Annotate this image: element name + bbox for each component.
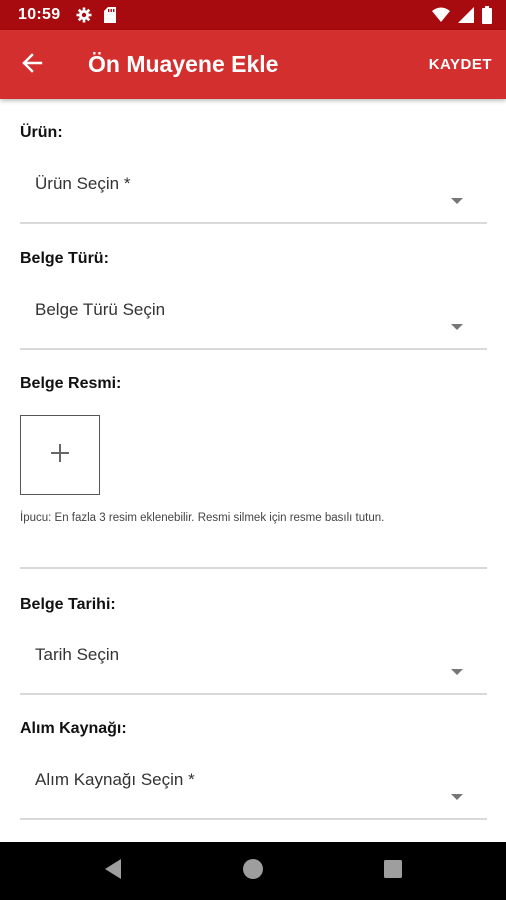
plus-icon <box>50 443 70 468</box>
document-image-section: Belge Resmi: İpucu: En fazla 3 resim ekl… <box>20 375 487 569</box>
back-button[interactable] <box>14 47 50 83</box>
divider <box>20 567 487 569</box>
document-type-label: Belge Türü: <box>20 250 109 267</box>
dropdown-arrow-icon <box>451 198 463 204</box>
product-select-value: Ürün Seçin * <box>35 174 131 193</box>
home-circle-icon <box>242 858 264 885</box>
dropdown-arrow-icon <box>451 669 463 675</box>
status-right-icons <box>432 6 492 29</box>
image-hint-text: İpucu: En fazla 3 resim eklenebilir. Res… <box>20 512 385 524</box>
recents-square-icon <box>383 859 403 884</box>
product-label: Ürün: <box>20 124 63 141</box>
dropdown-arrow-icon <box>451 794 463 800</box>
product-section: Ürün: Ürün Seçin * <box>20 124 487 224</box>
document-type-select-value: Belge Türü Seçin <box>35 300 166 319</box>
document-date-section: Belge Tarihi: Tarih Seçin <box>20 596 487 695</box>
nav-home-button[interactable] <box>240 858 266 884</box>
arrow-left-icon <box>21 52 43 79</box>
wifi-icon <box>432 7 450 28</box>
document-date-label: Belge Tarihi: <box>20 596 116 613</box>
page-title: Ön Muayene Ekle <box>88 51 279 77</box>
document-date-select-value: Tarih Seçin <box>35 645 120 664</box>
sd-card-icon <box>104 7 116 28</box>
status-time: 10:59 <box>18 6 61 23</box>
dropdown-arrow-icon <box>451 324 463 330</box>
nav-back-button[interactable] <box>100 858 126 884</box>
gear-icon <box>76 7 92 28</box>
status-bar: 10:59 <box>0 0 506 30</box>
purchase-source-section: Alım Kaynağı: Alım Kaynağı Seçin * <box>20 720 487 820</box>
purchase-source-select-value: Alım Kaynağı Seçin * <box>35 770 195 789</box>
system-nav-bar <box>0 842 506 900</box>
nav-recents-button[interactable] <box>380 858 406 884</box>
purchase-source-label: Alım Kaynağı: <box>20 720 127 737</box>
back-triangle-icon <box>103 858 123 885</box>
status-left-icons <box>76 7 116 28</box>
app-bar: Ön Muayene Ekle KAYDET <box>0 30 506 99</box>
product-select[interactable]: Ürün Seçin * <box>20 162 487 224</box>
purchase-source-select[interactable]: Alım Kaynağı Seçin * <box>20 758 487 820</box>
signal-icon <box>458 7 474 28</box>
add-image-button[interactable] <box>20 415 100 495</box>
save-button[interactable]: KAYDET <box>429 56 492 73</box>
battery-icon <box>482 6 492 29</box>
document-date-select[interactable]: Tarih Seçin <box>20 633 487 695</box>
document-image-label: Belge Resmi: <box>20 375 122 392</box>
document-type-select[interactable]: Belge Türü Seçin <box>20 288 487 350</box>
document-type-section: Belge Türü: Belge Türü Seçin <box>20 250 487 350</box>
